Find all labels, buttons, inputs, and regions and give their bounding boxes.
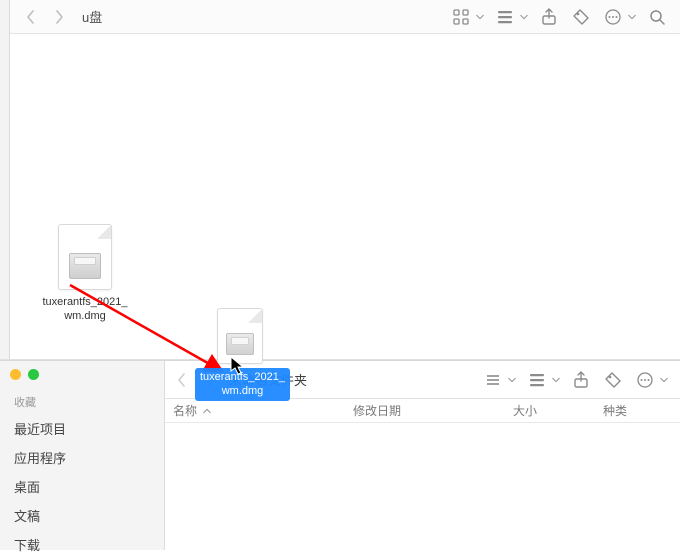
more-button[interactable] [602, 6, 624, 28]
tag-icon [604, 371, 622, 389]
list-icon [484, 371, 502, 389]
column-header-name[interactable]: 名称 [173, 402, 353, 419]
window2-sidebar: 收藏 最近项目 应用程序 桌面 文稿 下载 [0, 361, 165, 550]
more-button[interactable] [634, 369, 656, 391]
chevron-down-icon[interactable] [508, 376, 516, 384]
sidebar-item-applications[interactable]: 应用程序 [0, 443, 164, 472]
dmg-file-icon [58, 224, 112, 290]
grid-icon [452, 8, 470, 26]
dragged-file[interactable]: tuxerantfs_2021_ wm.dmg [195, 308, 285, 401]
column-header-date[interactable]: 修改日期 [353, 402, 513, 419]
search-button[interactable] [646, 6, 668, 28]
column-label-name: 名称 [173, 402, 197, 419]
file-item-dmg[interactable]: tuxerantfs_2021_ wm.dmg [35, 224, 135, 325]
forward-button[interactable] [50, 8, 68, 26]
share-button[interactable] [538, 6, 560, 28]
tag-icon [572, 8, 590, 26]
zoom-button[interactable] [28, 369, 39, 380]
group-button[interactable] [494, 6, 516, 28]
ellipsis-circle-icon [636, 371, 654, 389]
chevron-down-icon[interactable] [628, 13, 636, 21]
chevron-down-icon[interactable] [476, 13, 484, 21]
group-button[interactable] [526, 369, 548, 391]
ellipsis-circle-icon [604, 8, 622, 26]
group-icon [496, 8, 514, 26]
share-icon [540, 8, 558, 26]
column-headers: 名称 修改日期 大小 种类 [165, 399, 680, 423]
tags-button[interactable] [570, 6, 592, 28]
chevron-left-icon [26, 10, 36, 24]
file-label: tuxerantfs_2021_ wm.dmg [39, 294, 130, 325]
window1-content[interactable]: tuxerantfs_2021_ wm.dmg [10, 34, 680, 359]
window2-file-list[interactable] [165, 423, 680, 550]
share-button[interactable] [570, 369, 592, 391]
tags-button[interactable] [602, 369, 624, 391]
back-button[interactable] [173, 371, 191, 389]
sidebar-item-downloads[interactable]: 下载 [0, 530, 164, 559]
destination-finder-window: 收藏 最近项目 应用程序 桌面 文稿 下载 未命名文件夹 [0, 360, 680, 550]
window1-title: u盘 [82, 7, 102, 26]
column-header-kind[interactable]: 种类 [603, 402, 680, 419]
icon-view-button[interactable] [450, 6, 472, 28]
chevron-down-icon[interactable] [552, 376, 560, 384]
sort-ascending-icon [203, 407, 211, 415]
sidebar-sliver [0, 0, 10, 359]
search-icon [648, 8, 666, 26]
column-header-size[interactable]: 大小 [513, 402, 603, 419]
sidebar-item-desktop[interactable]: 桌面 [0, 472, 164, 501]
source-finder-window: u盘 [0, 0, 680, 360]
list-view-button[interactable] [482, 369, 504, 391]
chevron-left-icon [177, 373, 187, 387]
window1-toolbar: u盘 [10, 0, 680, 34]
sidebar-section-favorites: 收藏 [0, 390, 164, 414]
sidebar-item-documents[interactable]: 文稿 [0, 501, 164, 530]
chevron-down-icon[interactable] [660, 376, 668, 384]
traffic-lights [0, 369, 164, 390]
group-icon [528, 371, 546, 389]
share-icon [572, 371, 590, 389]
minimize-button[interactable] [10, 369, 21, 380]
window1-main: u盘 [10, 0, 680, 359]
chevron-down-icon[interactable] [520, 13, 528, 21]
dragged-file-label: tuxerantfs_2021_ wm.dmg [195, 368, 290, 401]
dmg-file-icon [217, 308, 263, 364]
chevron-right-icon [54, 10, 64, 24]
back-button[interactable] [22, 8, 40, 26]
sidebar-item-recents[interactable]: 最近项目 [0, 414, 164, 443]
